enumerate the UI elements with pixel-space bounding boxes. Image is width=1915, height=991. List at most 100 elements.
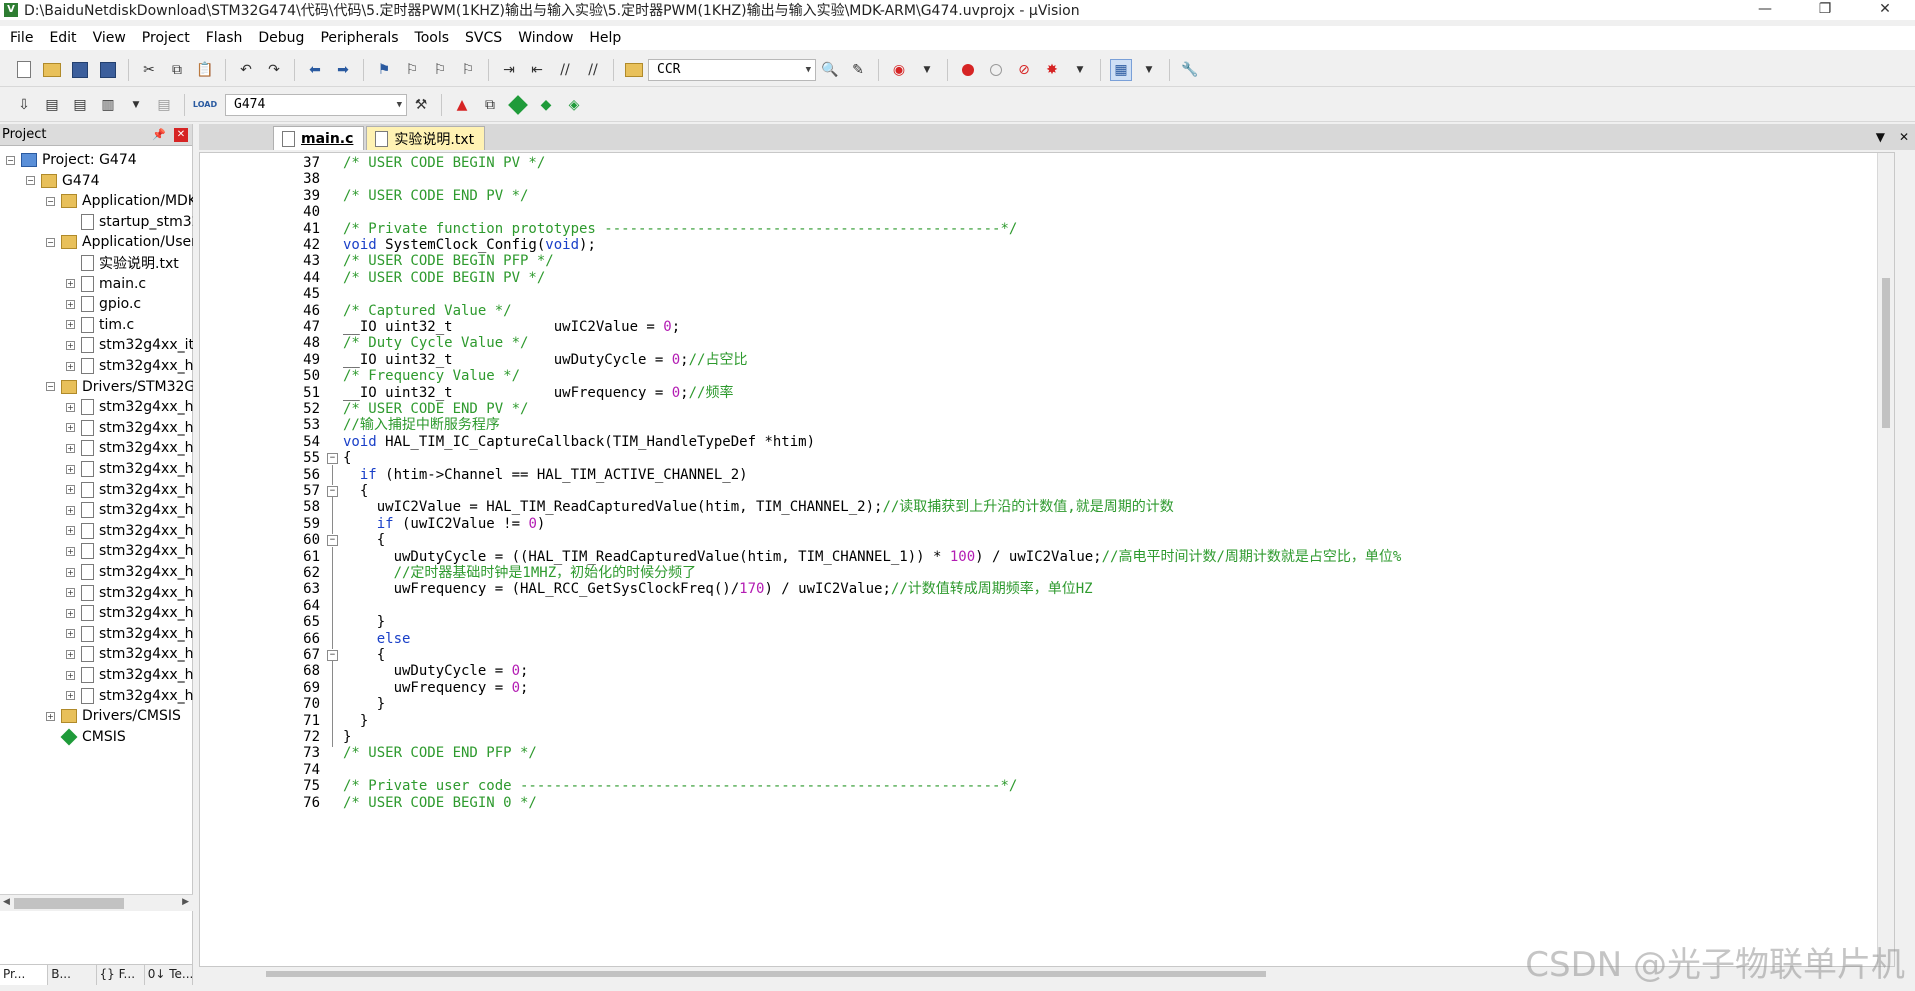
run-time-environment-icon[interactable]: ◈ bbox=[563, 94, 585, 116]
tab-experiment-notes[interactable]: 实验说明.txt bbox=[366, 126, 486, 150]
expand-icon[interactable]: + bbox=[66, 588, 75, 598]
tab-books[interactable]: B... bbox=[48, 965, 97, 985]
redo-icon[interactable]: ↷ bbox=[263, 59, 285, 81]
debug-session-icon[interactable]: ◉ bbox=[888, 59, 910, 81]
tree-item[interactable]: + stm32g4xx_hal_ bbox=[66, 624, 193, 644]
menu-svcs[interactable]: SVCS bbox=[457, 30, 510, 46]
menu-debug[interactable]: Debug bbox=[250, 30, 312, 46]
comment-icon[interactable]: // bbox=[554, 59, 576, 81]
scroll-right-icon[interactable]: ▶ bbox=[182, 897, 189, 907]
find-icon[interactable]: 🔍 bbox=[819, 59, 841, 81]
collapse-icon[interactable]: − bbox=[46, 196, 55, 206]
window-layout-icon[interactable]: ▦ bbox=[1110, 58, 1132, 81]
expand-icon[interactable]: + bbox=[66, 361, 75, 371]
copy-icon[interactable]: ⧉ bbox=[166, 59, 188, 81]
paste-icon[interactable]: 📋 bbox=[194, 59, 216, 81]
uncomment-icon[interactable]: // bbox=[582, 59, 604, 81]
expand-icon[interactable]: + bbox=[66, 546, 75, 556]
menu-help[interactable]: Help bbox=[581, 30, 629, 46]
tree-item[interactable]: + stm32g4xx_it.c bbox=[66, 335, 193, 355]
collapse-icon[interactable]: − bbox=[26, 176, 35, 186]
expand-icon[interactable]: + bbox=[46, 711, 55, 721]
collapse-icon[interactable]: − bbox=[46, 382, 55, 392]
expand-icon[interactable]: + bbox=[66, 320, 75, 330]
expand-icon[interactable]: + bbox=[66, 464, 75, 474]
tree-item[interactable]: + gpio.c bbox=[66, 294, 141, 314]
collapse-icon[interactable]: − bbox=[46, 237, 55, 247]
find-in-files-icon[interactable] bbox=[623, 59, 645, 81]
undo-icon[interactable]: ↶ bbox=[235, 59, 257, 81]
tree-item[interactable]: + stm32g4xx_hal_ bbox=[66, 521, 193, 541]
tree-item[interactable]: + stm32g4xx_hal_ bbox=[66, 583, 193, 603]
indent-icon[interactable]: ⇥ bbox=[498, 59, 520, 81]
pin-icon[interactable]: 📌 bbox=[152, 128, 166, 141]
tree-item[interactable]: + stm32g4xx_hal_ bbox=[66, 356, 193, 376]
prev-bookmark-icon[interactable]: ⚐ bbox=[401, 59, 423, 81]
tree-item[interactable]: + stm32g4xx_hal_ bbox=[66, 500, 193, 520]
close-tab-icon[interactable]: ✕ bbox=[1899, 130, 1909, 144]
tree-item[interactable]: + main.c bbox=[66, 274, 146, 294]
expand-icon[interactable]: + bbox=[66, 505, 75, 515]
chevron-down-icon[interactable]: ▼ bbox=[916, 59, 938, 81]
batch-build-icon[interactable]: ▥ bbox=[97, 94, 119, 116]
tree-item[interactable]: + stm32g4xx_hal.c bbox=[66, 459, 193, 479]
tree-item[interactable]: + stm32g4xx_hal_ bbox=[66, 397, 193, 417]
chevron-down-icon[interactable]: ▼ bbox=[1069, 59, 1091, 81]
expand-icon[interactable]: + bbox=[66, 608, 75, 618]
code-editor[interactable]: 37/* USER CODE BEGIN PV */38 39/* USER CO… bbox=[199, 152, 1895, 967]
tree-item[interactable]: + stm32g4xx_hal_ bbox=[66, 562, 193, 582]
menu-tools[interactable]: Tools bbox=[407, 30, 458, 46]
build-icon[interactable]: ▤ bbox=[41, 94, 63, 116]
menu-edit[interactable]: Edit bbox=[41, 30, 84, 46]
expand-icon[interactable]: + bbox=[66, 526, 75, 536]
tree-item[interactable]: − Project: G474 bbox=[6, 150, 137, 170]
editor-vertical-scrollbar[interactable] bbox=[1877, 153, 1894, 966]
scrollbar-thumb[interactable] bbox=[1882, 278, 1890, 428]
cut-icon[interactable]: ✂ bbox=[138, 59, 160, 81]
tree-item[interactable]: + tim.c bbox=[66, 315, 134, 335]
chevron-down-icon[interactable]: ▼ bbox=[1138, 59, 1160, 81]
expand-icon[interactable]: + bbox=[66, 629, 75, 639]
tree-item[interactable]: startup_stm32g4 bbox=[66, 212, 193, 232]
unindent-icon[interactable]: ⇤ bbox=[526, 59, 548, 81]
navigate-forward-icon[interactable]: ➡ bbox=[332, 59, 354, 81]
save-icon[interactable] bbox=[69, 59, 91, 81]
tree-item[interactable]: + stm32g4xx_hal_ bbox=[66, 438, 193, 458]
tree-item[interactable]: + stm32g4xx_hal_ bbox=[66, 644, 193, 664]
rebuild-icon[interactable]: ▤ bbox=[69, 94, 91, 116]
tree-item[interactable]: + stm32g4xx_hal_ bbox=[66, 665, 193, 685]
menu-peripherals[interactable]: Peripherals bbox=[312, 30, 406, 46]
breakpoint-icon[interactable] bbox=[957, 59, 979, 81]
expand-icon[interactable]: + bbox=[66, 670, 75, 680]
menu-view[interactable]: View bbox=[85, 30, 134, 46]
find-combo[interactable]: CCR ▼ bbox=[648, 58, 816, 81]
close-button[interactable]: ✕ bbox=[1855, 0, 1915, 20]
navigate-back-icon[interactable]: ⬅ bbox=[304, 59, 326, 81]
menu-project[interactable]: Project bbox=[134, 30, 198, 46]
scroll-left-icon[interactable]: ◀ bbox=[3, 897, 10, 907]
tab-list-icon[interactable]: ▼ bbox=[1876, 130, 1885, 144]
tree-horizontal-scrollbar[interactable]: ◀ ▶ bbox=[0, 894, 193, 911]
bookmark-icon[interactable]: ⚑ bbox=[373, 59, 395, 81]
select-packs-icon[interactable] bbox=[507, 94, 529, 116]
open-file-icon[interactable] bbox=[41, 59, 63, 81]
disable-breakpoint-icon[interactable] bbox=[985, 59, 1007, 81]
scrollbar-thumb[interactable] bbox=[14, 898, 124, 909]
fold-collapse-icon[interactable]: − bbox=[327, 650, 338, 661]
tree-item[interactable]: + stm32g4xx_hal_ bbox=[66, 418, 193, 438]
minimize-button[interactable]: — bbox=[1735, 0, 1795, 20]
expand-icon[interactable]: + bbox=[66, 299, 75, 309]
expand-icon[interactable]: + bbox=[66, 485, 75, 495]
target-combo[interactable]: G474 ▼ bbox=[225, 93, 407, 116]
tree-item[interactable]: + stm32g4xx_hal_ bbox=[66, 480, 193, 500]
chevron-down-icon[interactable]: ▼ bbox=[125, 94, 147, 116]
menu-file[interactable]: File bbox=[2, 30, 41, 46]
tree-item[interactable]: − Application/User bbox=[46, 232, 193, 252]
expand-icon[interactable]: + bbox=[66, 279, 75, 289]
collapse-icon[interactable]: − bbox=[6, 155, 15, 165]
next-bookmark-icon[interactable]: ⚐ bbox=[429, 59, 451, 81]
clear-bookmarks-icon[interactable]: ⚐ bbox=[457, 59, 479, 81]
close-panel-icon[interactable]: ✕ bbox=[174, 127, 188, 142]
target-options-icon[interactable]: ⚒ bbox=[410, 94, 432, 116]
configure-tools-icon[interactable]: 🔧 bbox=[1179, 59, 1201, 81]
